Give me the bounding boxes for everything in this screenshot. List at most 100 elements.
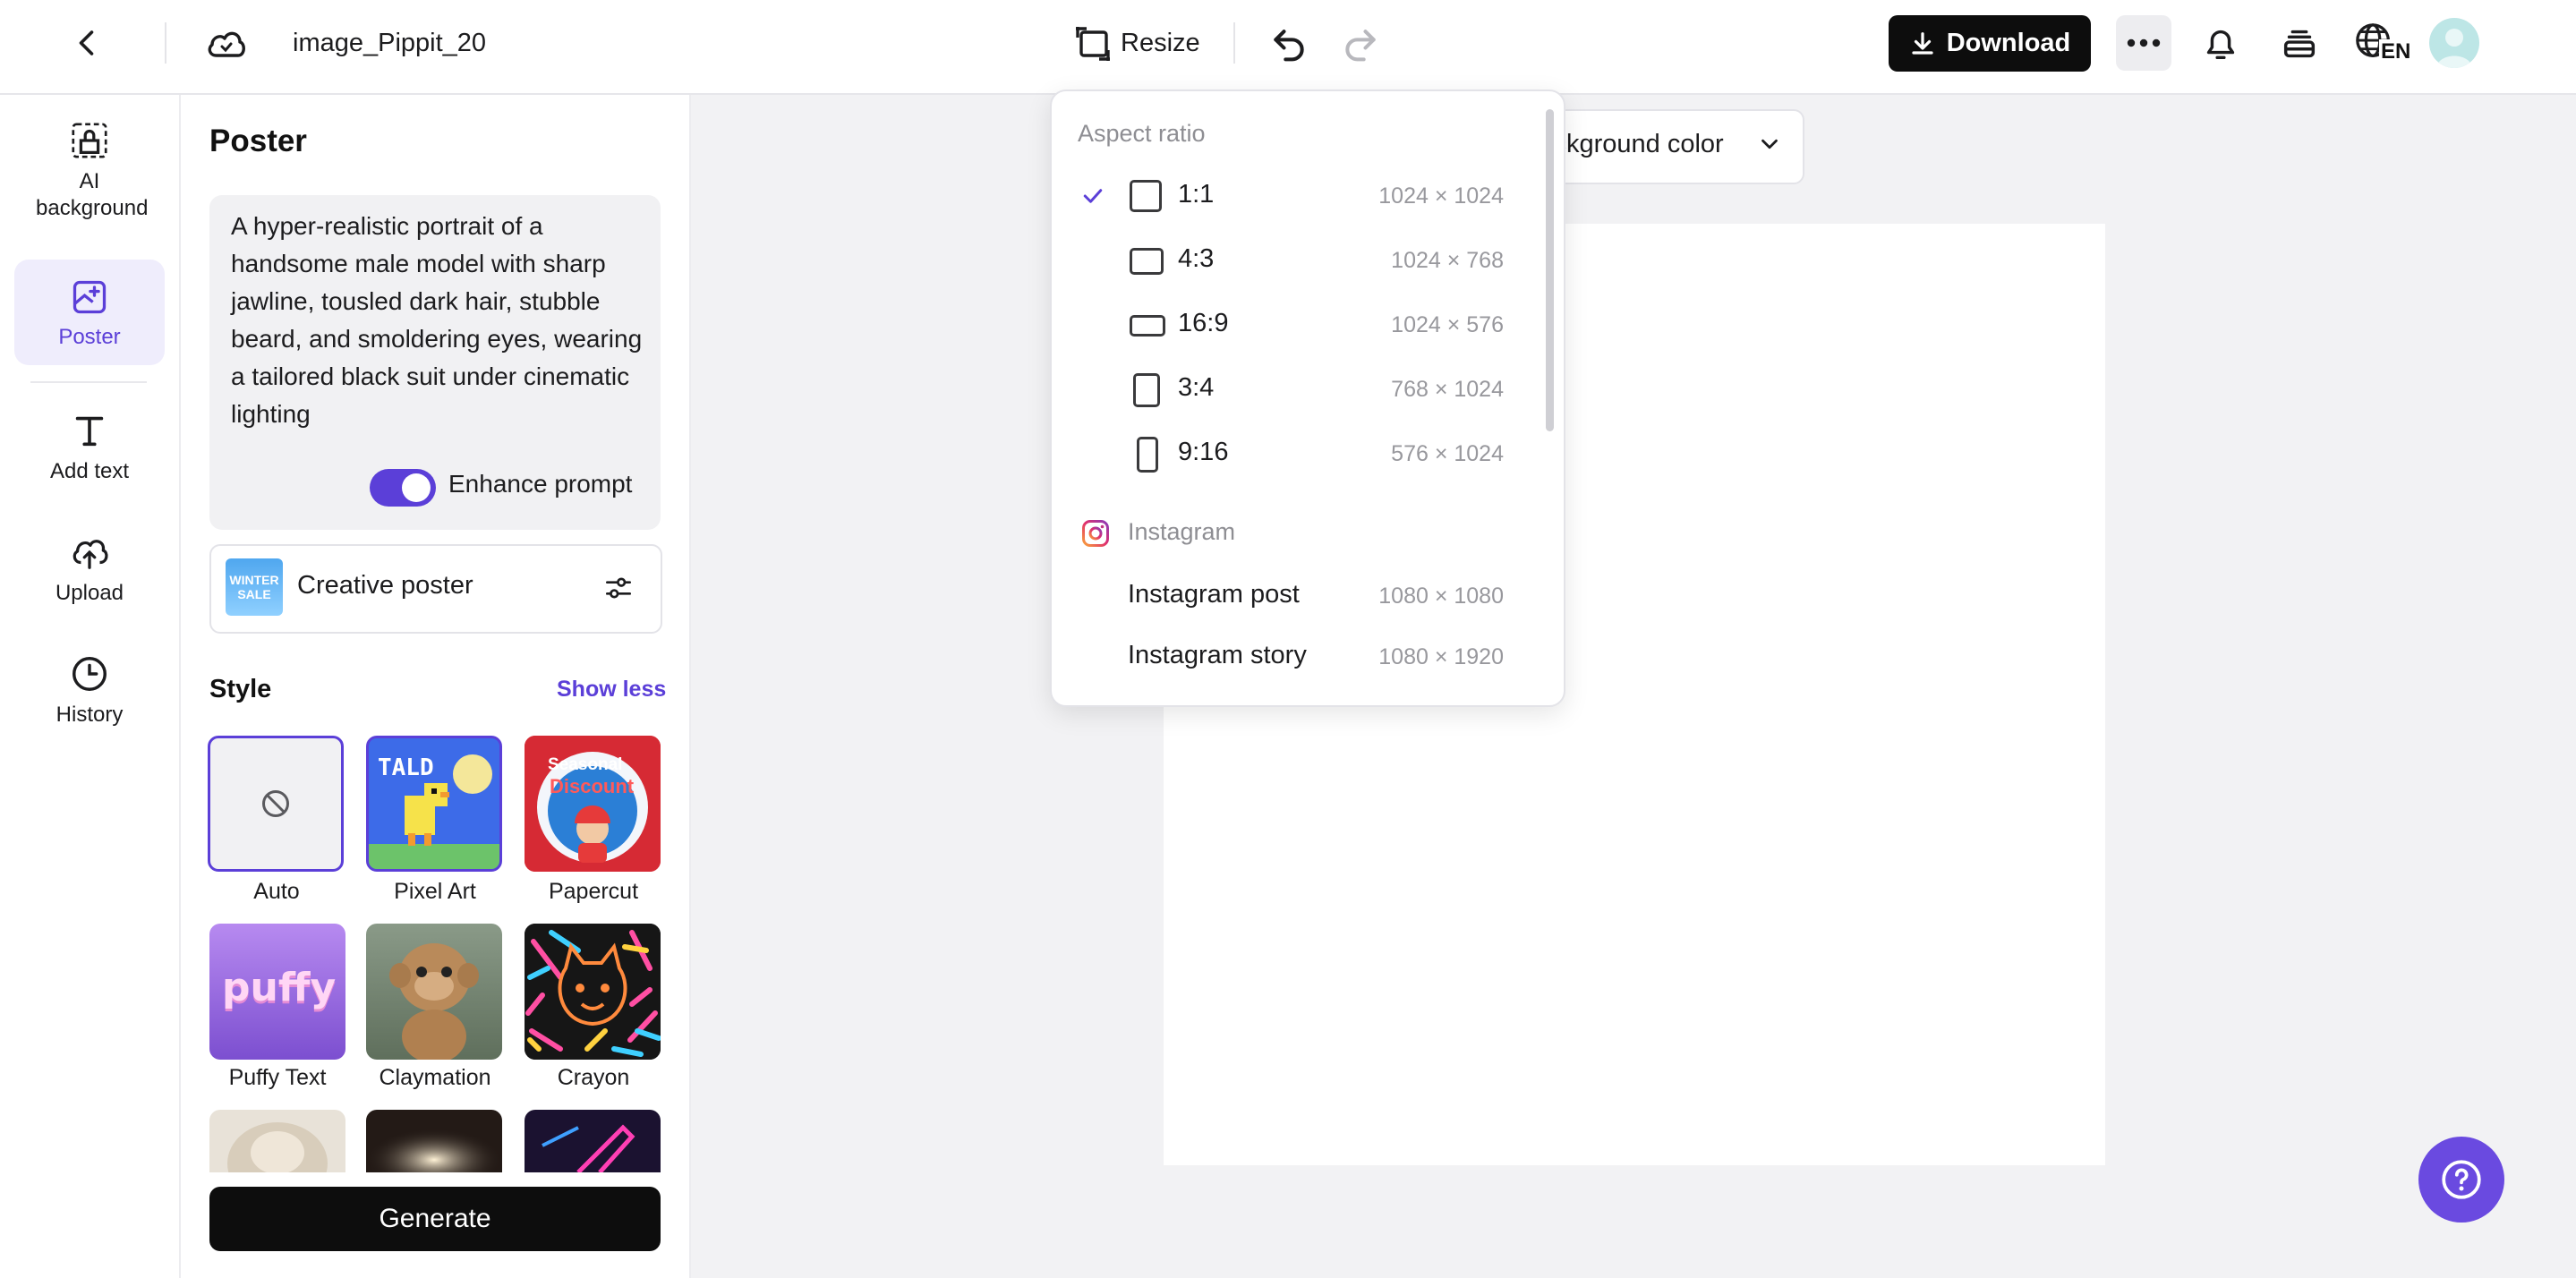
instagram-heading: Instagram — [1128, 518, 1236, 545]
ratio-label: 9:16 — [1178, 438, 1229, 466]
style-tile-auto[interactable] — [208, 736, 344, 872]
rail-item-history[interactable]: History — [14, 653, 165, 743]
ratio-label: 3:4 — [1178, 373, 1215, 402]
preset-size: 1080 × 1080 — [1378, 584, 1504, 609]
clock-icon — [73, 657, 107, 691]
ratio-option-4-3[interactable]: 4:3 1024 × 768 — [1056, 231, 1504, 290]
ratio-label: 16:9 — [1178, 309, 1229, 337]
cloud-upload-icon — [73, 540, 108, 569]
dropdown-scrollbar[interactable] — [1546, 109, 1554, 431]
style-tile-puffy-text[interactable]: puffy — [209, 924, 345, 1060]
style-tile-crayon[interactable] — [525, 924, 661, 1060]
ratio-label: 4:3 — [1178, 244, 1215, 273]
claymation-thumbnail — [389, 943, 479, 1060]
back-icon[interactable] — [72, 27, 104, 59]
ratio-square-icon — [1130, 180, 1162, 212]
poster-icon — [73, 280, 107, 314]
rail-item-add-text[interactable]: Add text — [14, 410, 165, 499]
avatar[interactable] — [2429, 18, 2479, 68]
ratio-size: 576 × 1024 — [1391, 441, 1504, 466]
pixel-art-thumb-text: TALD — [378, 754, 434, 781]
ratio-portrait-icon — [1133, 373, 1160, 407]
aspect-ratio-heading: Aspect ratio — [1078, 120, 1206, 147]
download-icon — [1912, 31, 1933, 55]
style-tile-papercut[interactable]: Seasonal Discount — [525, 736, 661, 872]
help-button[interactable] — [2418, 1137, 2504, 1223]
neon-thumbnail — [542, 1124, 635, 1172]
ratio-tall-icon — [1137, 437, 1158, 473]
help-icon — [2442, 1160, 2481, 1199]
preset-size: 1080 × 1920 — [1378, 644, 1504, 669]
ratio-option-9-16[interactable]: 9:16 576 × 1024 — [1056, 424, 1504, 483]
ratio-size: 1024 × 768 — [1391, 248, 1504, 273]
layers-icon[interactable] — [2279, 23, 2320, 64]
preset-label: Instagram story — [1128, 641, 1307, 669]
style-tile-more[interactable] — [209, 1110, 345, 1172]
ratio-option-3-4[interactable]: 3:4 768 × 1024 — [1056, 360, 1504, 419]
ratio-size: 768 × 1024 — [1391, 377, 1504, 402]
template-label: Creative poster — [297, 571, 473, 600]
crayon-thumbnail — [525, 924, 661, 1060]
enhance-prompt-label: Enhance prompt — [448, 470, 633, 498]
rail-label: AI background — [36, 169, 149, 220]
divider — [30, 381, 147, 383]
ratio-landscape-icon — [1130, 248, 1164, 275]
puffy-thumb-text: puffy — [222, 965, 337, 1010]
instagram-icon — [1079, 517, 1112, 550]
plush-thumbnail — [227, 1122, 328, 1172]
language-code: EN — [2379, 39, 2413, 64]
file-name[interactable]: image_Pippit_20 — [293, 29, 486, 58]
undo-icon[interactable] — [1269, 23, 1309, 63]
ratio-option-1-1[interactable]: 1:1 1024 × 1024 — [1056, 166, 1504, 226]
style-tile-more[interactable] — [366, 1110, 502, 1172]
ratio-size: 1024 × 576 — [1391, 312, 1504, 337]
rail-label: Poster — [58, 325, 121, 349]
rail-label: Add text — [49, 459, 130, 483]
show-less-link[interactable]: Show less — [557, 677, 666, 703]
resize-icon — [1074, 25, 1112, 63]
cloud-sync-icon[interactable] — [204, 23, 247, 63]
ratio-size: 1024 × 1024 — [1378, 183, 1504, 209]
rail-item-upload[interactable]: Upload — [14, 532, 165, 621]
generate-button[interactable]: Generate — [209, 1187, 661, 1251]
style-label: Puffy Text — [228, 1065, 327, 1090]
rail-item-poster[interactable]: Poster — [14, 260, 165, 365]
language-button[interactable]: EN — [2354, 20, 2413, 68]
ratio-option-16-9[interactable]: 16:9 1024 × 576 — [1056, 295, 1504, 354]
resize-label: Resize — [1121, 29, 1200, 57]
style-tile-more[interactable] — [525, 1110, 661, 1172]
style-tile-pixel-art[interactable]: TALD — [366, 736, 502, 872]
style-label: Auto — [253, 879, 300, 904]
style-section-title: Style — [209, 675, 272, 703]
ratio-label: 1:1 — [1178, 180, 1215, 209]
ratio-wide-icon — [1130, 315, 1165, 337]
papercut-thumb-text-2: Discount — [550, 775, 635, 797]
papercut-thumb-text-1: Seasonal — [548, 755, 623, 774]
bell-icon[interactable] — [2200, 22, 2241, 65]
redo-icon[interactable] — [1341, 23, 1380, 63]
check-icon — [1083, 189, 1103, 203]
download-label: Download — [1946, 29, 2071, 57]
toggle-knob — [402, 473, 431, 502]
rail-label: History — [55, 703, 124, 727]
rail-item-ai-background[interactable]: AI background — [14, 120, 165, 234]
instagram-post-option[interactable]: Instagram post 1080 × 1080 — [1056, 566, 1504, 625]
panel-title: Poster — [209, 124, 307, 158]
prompt-textarea[interactable]: A hyper-realistic portrait of a handsome… — [231, 208, 643, 433]
style-label: Crayon — [557, 1065, 630, 1090]
preset-label: Instagram post — [1128, 580, 1300, 609]
style-label: Pixel Art — [394, 879, 476, 904]
no-style-icon — [262, 790, 289, 817]
download-button[interactable]: Download — [1889, 15, 2091, 72]
divider — [165, 22, 166, 64]
sliders-icon[interactable] — [601, 571, 635, 605]
more-icon — [2127, 38, 2161, 47]
style-tile-claymation[interactable] — [366, 924, 502, 1060]
light-thumbnail — [366, 1110, 502, 1172]
rail-label: Upload — [55, 581, 124, 605]
resize-button[interactable]: Resize — [1072, 18, 1201, 70]
more-options-button[interactable] — [2116, 15, 2171, 71]
template-thumbnail: WINTER SALE — [226, 558, 283, 616]
divider — [1233, 22, 1235, 64]
instagram-story-option[interactable]: Instagram story 1080 × 1920 — [1056, 626, 1504, 686]
